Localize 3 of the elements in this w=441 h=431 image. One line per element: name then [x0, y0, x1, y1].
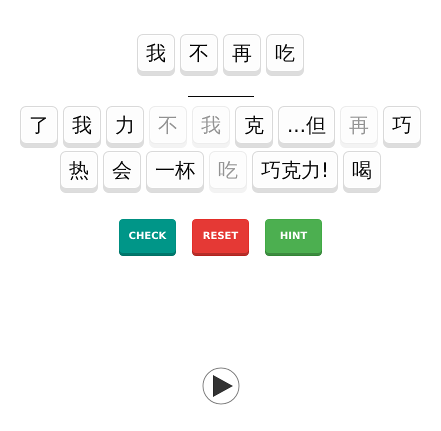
- play-icon[interactable]: [202, 367, 240, 405]
- action-button[interactable]: CHECK: [119, 219, 176, 253]
- action-button[interactable]: RESET: [192, 219, 249, 253]
